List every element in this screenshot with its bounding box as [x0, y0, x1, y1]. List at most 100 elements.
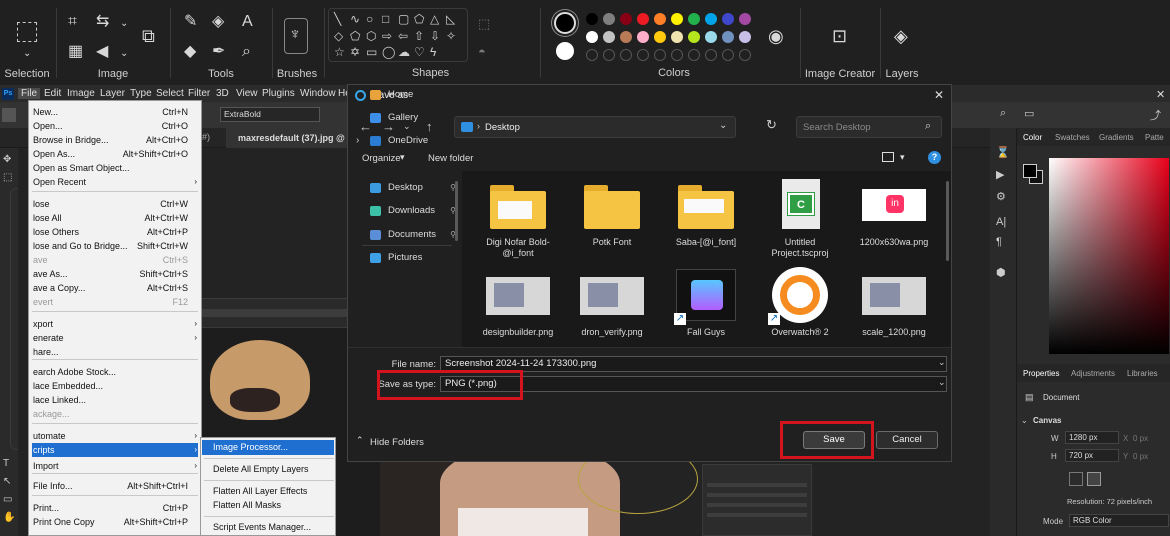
menu-edit[interactable]: Edit — [44, 88, 61, 99]
chevron-right-icon[interactable]: › — [356, 131, 359, 151]
font-style-select[interactable]: ExtraBold — [220, 107, 320, 122]
rectangle-shape-icon[interactable]: □ — [382, 12, 389, 26]
x-field[interactable]: 0 px — [1133, 434, 1148, 443]
nav-item-documents[interactable]: Documents ⚲ — [356, 225, 456, 245]
menu-item-generate[interactable]: enerate › — [32, 331, 198, 345]
shapes-gallery[interactable]: ╲ ∿ ○ □ ▢ ⬠ △ ◺ ◇ ⬠ ⬡ ⇨ ⇦ ⇧ ⇩ ✧ ☆ ✡ ▭ ◯ … — [328, 8, 468, 62]
up-arrow-shape-icon[interactable]: ⇧ — [414, 29, 424, 43]
folder-item[interactable]: Potk Font — [568, 171, 656, 267]
tab-color[interactable]: Color — [1023, 133, 1042, 142]
search-box[interactable]: Search Desktop ⌕ — [796, 116, 942, 138]
menu-item-close[interactable]: lose Ctrl+W — [32, 197, 198, 211]
color-swatch[interactable] — [654, 31, 666, 43]
custom-color-slot[interactable] — [705, 49, 717, 61]
custom-color-slot[interactable] — [637, 49, 649, 61]
line-shape-icon[interactable]: ╲ — [334, 12, 341, 26]
shape-tool-icon[interactable]: ▭ — [3, 494, 12, 505]
paragraph-icon[interactable]: ¶ — [996, 236, 1002, 248]
file-item[interactable]: ↗ Fall Guys — [662, 261, 750, 347]
crop-icon[interactable]: ⌗ — [68, 14, 77, 30]
doc-tab-active[interactable]: maxresdefault (37).jpg @ 66. — [226, 128, 350, 163]
character-icon[interactable]: A| — [996, 216, 1006, 228]
pentagon-shape-icon[interactable]: ⬠ — [350, 29, 360, 43]
view-options-icon[interactable] — [882, 152, 894, 162]
nav-item-downloads[interactable]: Downloads ⚲ — [356, 201, 456, 221]
selection-icon[interactable] — [17, 22, 37, 42]
curve-shape-icon[interactable]: ∿ — [350, 12, 360, 26]
file-list-scrollbar[interactable] — [946, 181, 949, 261]
chevron-down-icon[interactable]: ⌄ — [120, 46, 128, 62]
width-field[interactable]: 1280 px — [1065, 431, 1119, 444]
chevron-down-icon[interactable]: ▾ — [900, 152, 905, 163]
magnifier-icon[interactable]: ⌕ — [242, 44, 251, 60]
menu-item-open[interactable]: Open... Ctrl+O — [32, 119, 198, 133]
brush-button[interactable]: ♆ — [284, 18, 308, 54]
chevron-down-icon[interactable]: ▾ — [400, 152, 405, 163]
select-all-icon[interactable]: ▦ — [68, 44, 83, 60]
mode-select[interactable]: RGB Color — [1069, 514, 1169, 527]
secondary-color-swatch[interactable] — [556, 42, 574, 60]
orientation-portrait-icon[interactable] — [1069, 472, 1083, 486]
color-swatch[interactable] — [603, 13, 615, 25]
menu-item-print-one-copy[interactable]: Print One Copy Alt+Shift+Ctrl+P — [32, 515, 198, 529]
outline-icon[interactable]: ⬚ — [478, 16, 490, 32]
color-swatch[interactable] — [637, 13, 649, 25]
triangle-shape-icon[interactable]: △ — [430, 12, 439, 26]
tab-patterns[interactable]: Patte — [1145, 133, 1164, 142]
color-swatch[interactable] — [722, 13, 734, 25]
refresh-icon[interactable]: ↻ — [766, 117, 777, 133]
oval-callout-shape-icon[interactable]: ◯ — [382, 45, 395, 59]
pencil-icon[interactable]: ✎ — [184, 14, 197, 30]
color-swatch[interactable] — [688, 13, 700, 25]
menu-item-place-linked[interactable]: lace Linked... — [32, 393, 198, 407]
menu-item-close-and-go-to-bridge[interactable]: lose and Go to Bridge... Shift+Ctrl+W — [32, 239, 198, 253]
close-icon[interactable]: ✕ — [1156, 88, 1165, 101]
color-swatch[interactable] — [671, 31, 683, 43]
nav-item-home[interactable]: Home — [356, 85, 456, 105]
diamond-shape-icon[interactable]: ◇ — [334, 29, 343, 43]
eraser-icon[interactable]: ◆ — [184, 44, 196, 60]
image-icon[interactable]: ⧉ — [142, 27, 155, 45]
nav-item-pictures[interactable]: Pictures — [356, 248, 456, 268]
history-icon[interactable]: ⌛ — [996, 146, 1010, 159]
chevron-down-icon[interactable]: ⌄ — [23, 46, 31, 62]
nav-item-onedrive[interactable]: › OneDrive — [356, 131, 456, 151]
hexagon-shape-icon[interactable]: ⬡ — [366, 29, 376, 43]
folder-item[interactable]: Digi Nofar Bold-@i_font — [474, 171, 562, 267]
six-point-star-shape-icon[interactable]: ✡ — [350, 45, 360, 59]
color-swatch[interactable] — [620, 13, 632, 25]
menu-type[interactable]: Type — [130, 88, 152, 99]
menu-item-share[interactable]: hare... — [32, 345, 198, 359]
tab-gradients[interactable]: Gradients — [1099, 133, 1134, 142]
color-swatch[interactable] — [620, 31, 632, 43]
play-icon[interactable]: ▶ — [996, 168, 1004, 181]
primary-color-swatch[interactable] — [554, 12, 576, 34]
chevron-down-icon[interactable]: ⌄ — [938, 377, 946, 388]
star-shape-icon[interactable]: ☆ — [334, 45, 345, 59]
heart-shape-icon[interactable]: ♡ — [414, 45, 425, 59]
submenu-item-flatten-all-layer-effects[interactable]: Flatten All Layer Effects — [202, 484, 334, 499]
chevron-down-icon[interactable]: ⌄ — [1021, 416, 1028, 425]
menu-layer[interactable]: Layer — [100, 88, 125, 99]
left-arrow-shape-icon[interactable]: ⇦ — [398, 29, 408, 43]
chevron-down-icon[interactable]: ⌄ — [120, 16, 128, 32]
folder-item[interactable]: Saba-[@i_font] — [662, 171, 750, 267]
menu-3d[interactable]: 3D — [216, 88, 229, 99]
tab-swatches[interactable]: Swatches — [1055, 133, 1090, 142]
menu-item-export[interactable]: xport › — [32, 317, 198, 331]
menu-view[interactable]: View — [236, 88, 258, 99]
tab-libraries[interactable]: Libraries — [1127, 369, 1158, 378]
color-swatch[interactable] — [586, 13, 598, 25]
menu-item-close-others[interactable]: lose Others Alt+Ctrl+P — [32, 225, 198, 239]
menu-item-open-recent[interactable]: Open Recent › — [32, 175, 198, 189]
right-triangle-shape-icon[interactable]: ◺ — [446, 12, 455, 26]
menu-file[interactable]: File — [18, 88, 41, 99]
foreground-color[interactable] — [1023, 164, 1037, 178]
nav-item-desktop[interactable]: Desktop ⚲ — [356, 178, 456, 198]
file-item[interactable]: C Untitled Project.tscproj — [756, 171, 844, 267]
oval-shape-icon[interactable]: ○ — [366, 12, 373, 26]
custom-color-slot[interactable] — [722, 49, 734, 61]
menu-item-package[interactable]: ackage... — [32, 407, 198, 421]
new-folder-button[interactable]: New folder — [428, 153, 473, 164]
height-field[interactable]: 720 px — [1065, 449, 1119, 462]
